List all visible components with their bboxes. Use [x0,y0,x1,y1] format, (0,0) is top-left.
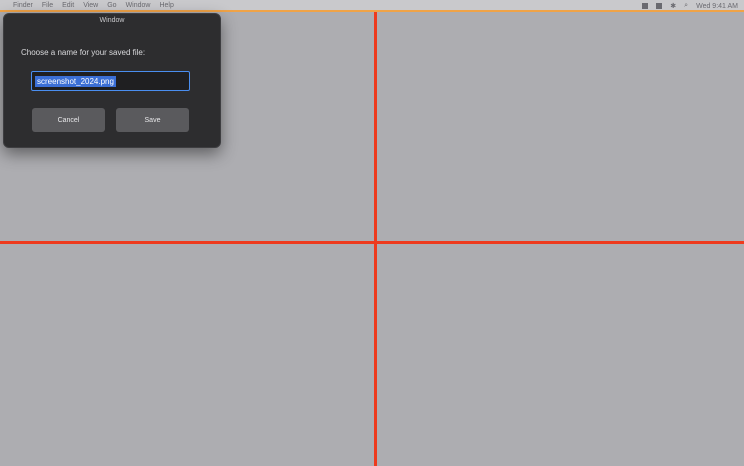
menu-item-file[interactable]: File [42,2,53,10]
clock-text[interactable]: Wed 9:41 AM [696,3,738,10]
menu-item-view[interactable]: View [83,2,98,10]
dialog-prompt: Choose a name for your saved file: [21,48,146,57]
save-dialog: Window Choose a name for your saved file… [3,13,221,148]
crosshair-horizontal-line [0,241,744,244]
battery-icon[interactable] [656,3,663,9]
wifi-icon[interactable]: ✱ [670,2,676,10]
save-button[interactable]: Save [116,108,189,132]
menu-item-go[interactable]: Go [107,2,116,10]
dialog-title: Window [99,17,125,24]
cancel-button[interactable]: Cancel [32,108,105,132]
filename-field[interactable]: screenshot_2024.png [31,71,190,91]
menu-item-finder[interactable]: Finder [13,2,33,10]
menu-item-window[interactable]: Window [126,2,151,10]
search-icon[interactable]: ⌕ [684,2,688,10]
menu-item-help[interactable]: Help [159,2,173,10]
menu-bar: Finder File Edit View Go Window Help ✱ ⌕… [0,0,744,12]
crosshair-vertical-line [374,12,377,466]
filename-selected-text[interactable]: screenshot_2024.png [35,75,116,87]
menu-item-edit[interactable]: Edit [62,2,74,10]
status-square-icon[interactable] [642,3,649,9]
